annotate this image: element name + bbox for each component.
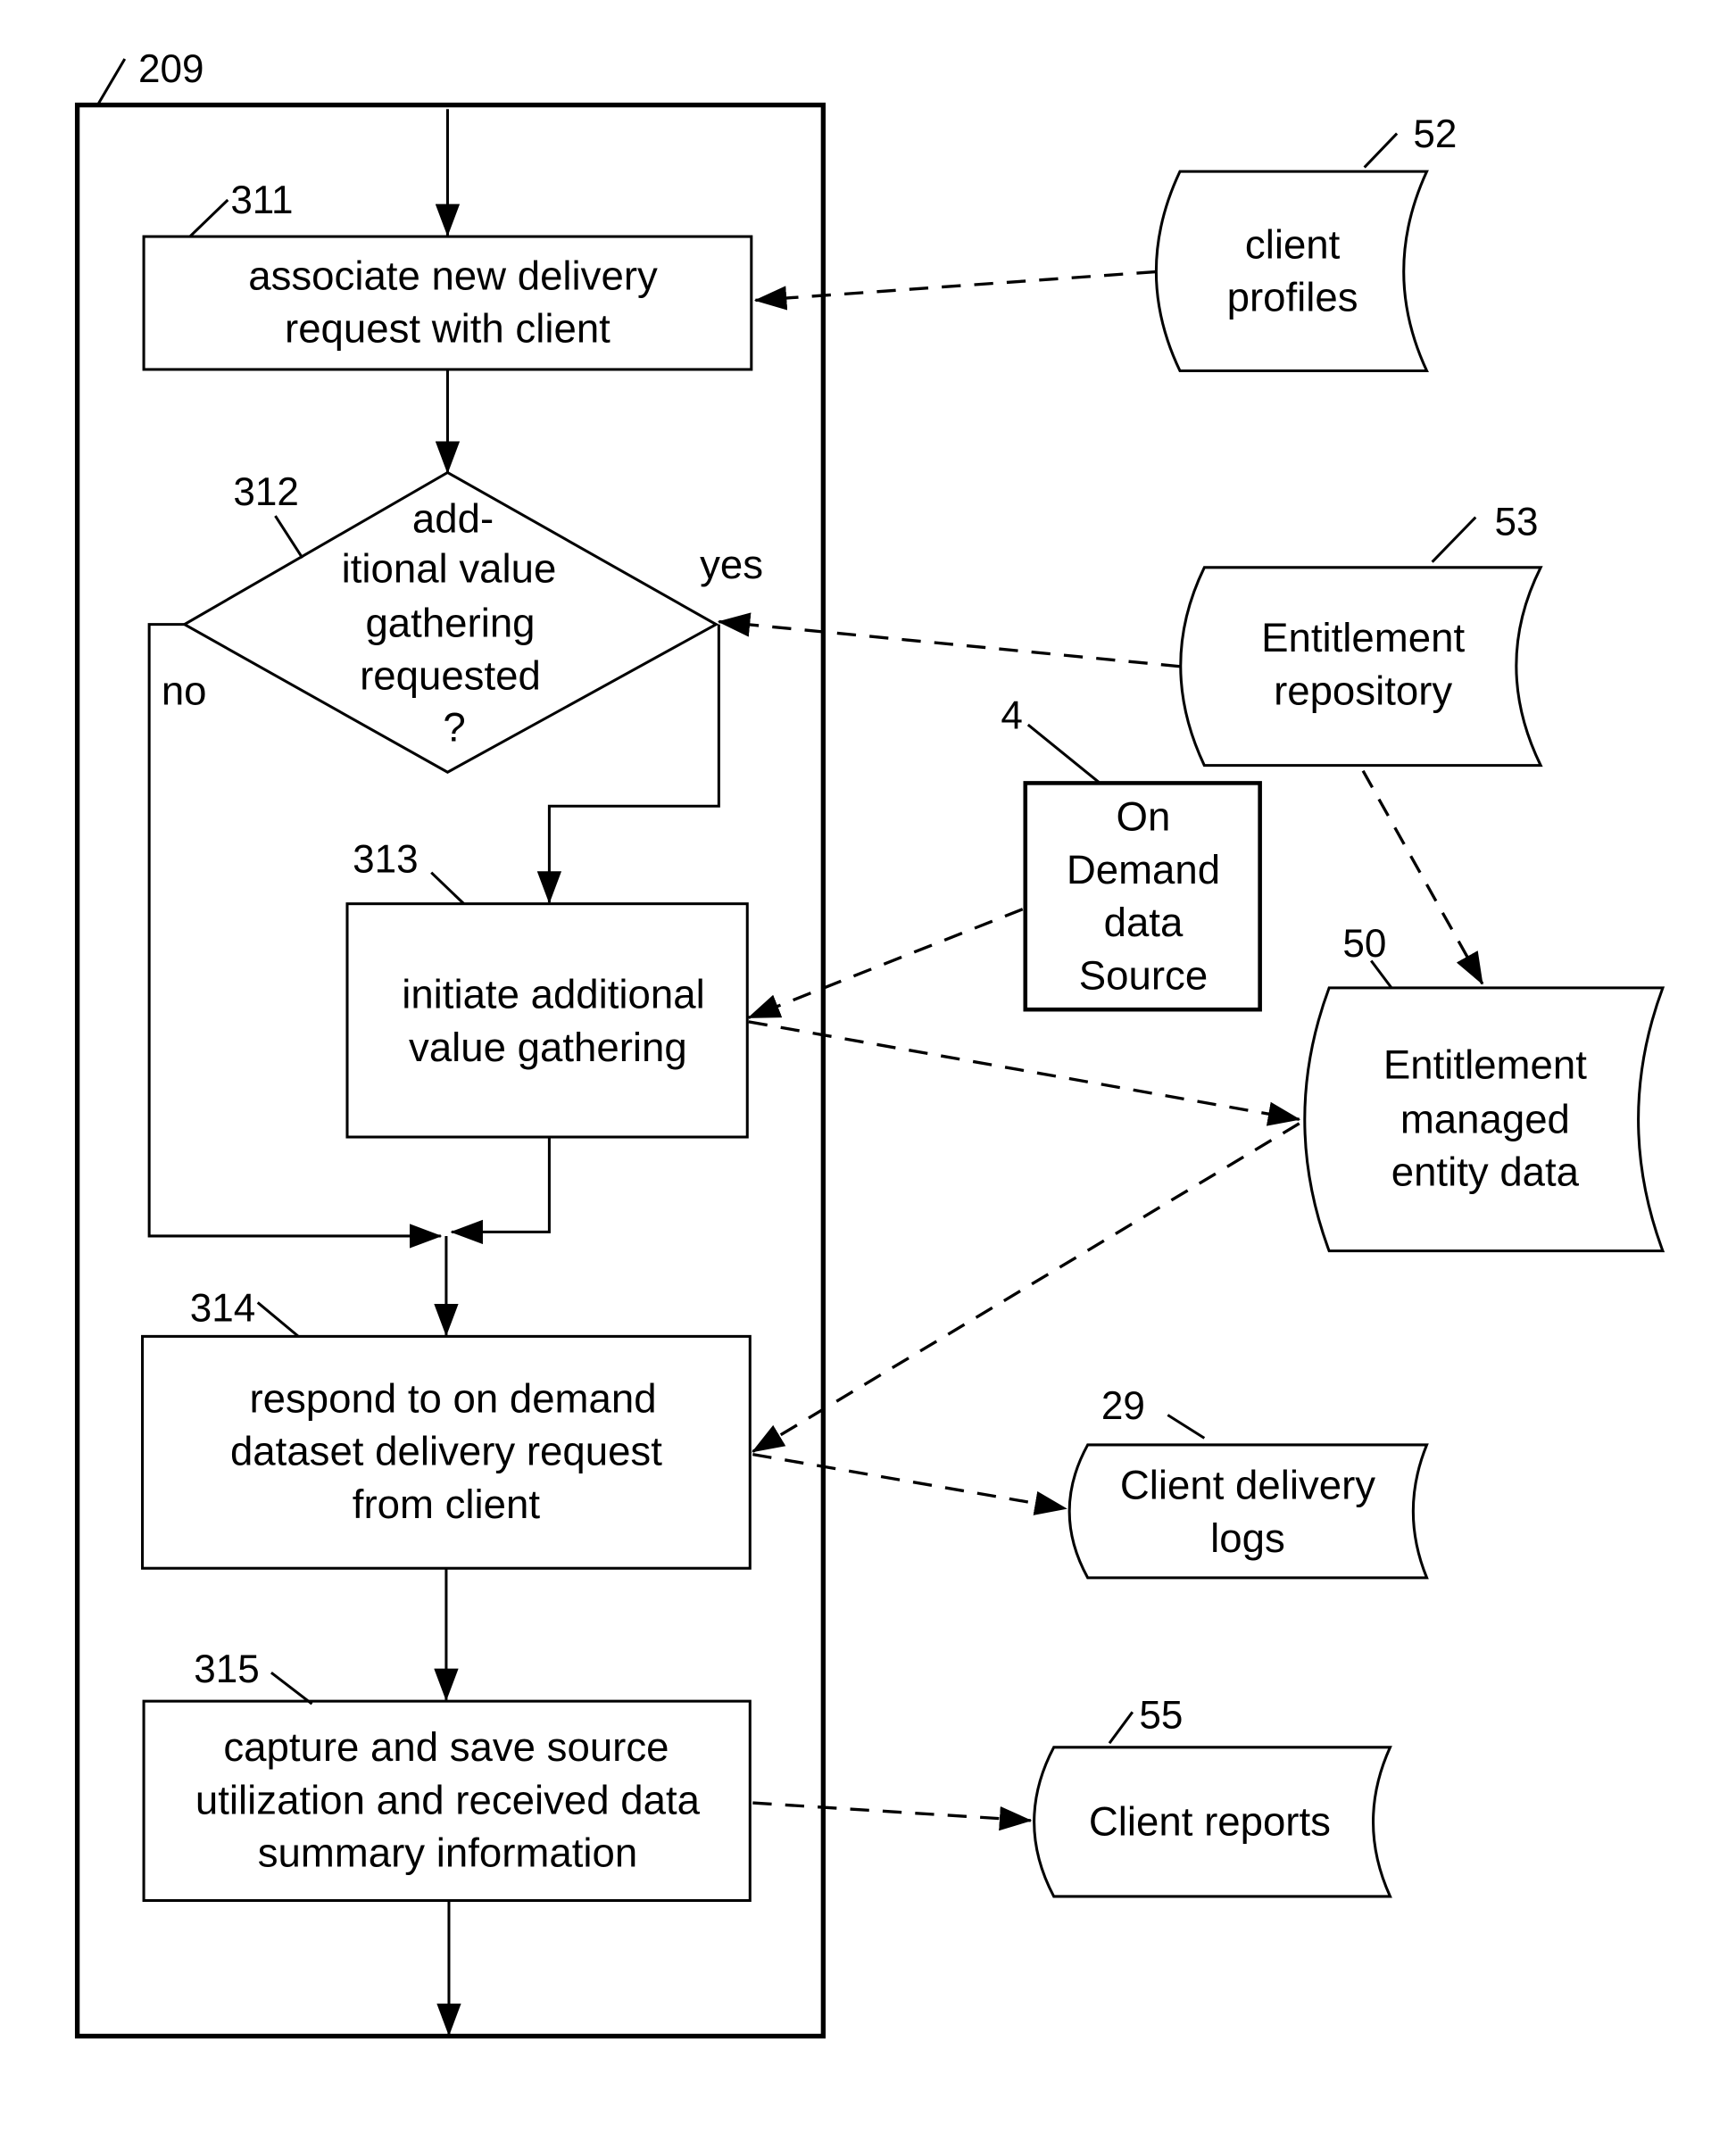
decision-312-ref-leader bbox=[274, 515, 304, 559]
source-4-line-3: data bbox=[1104, 900, 1184, 945]
frame-ref-leader bbox=[96, 58, 127, 106]
store-53-entitlement-repository: 53 Entitlement repository bbox=[1179, 500, 1543, 768]
store-55-line-1: Client reports bbox=[1089, 1799, 1331, 1845]
dataflow-315-to-reports bbox=[752, 1801, 1033, 1831]
store-29-line-2: logs bbox=[1210, 1515, 1285, 1561]
store-50-line-3: entity data bbox=[1391, 1149, 1580, 1195]
store-50-entitlement-managed-entity-data: 50 Entitlement managed entity data bbox=[1303, 922, 1665, 1253]
source-4-line-1: On bbox=[1117, 794, 1171, 840]
dataflow-314-to-logs bbox=[752, 1452, 1067, 1515]
step-314-ref-leader bbox=[256, 1301, 300, 1338]
step-314-ref: 314 bbox=[190, 1287, 256, 1331]
step-315-line-3: summary information bbox=[258, 1830, 638, 1876]
dataflow-profiles-to-311 bbox=[753, 270, 1156, 311]
dataflow-repository-to-312 bbox=[717, 612, 1181, 668]
store-52-line-1: client bbox=[1245, 221, 1341, 267]
frame-ref-label: 209 bbox=[138, 47, 204, 91]
step-315-ref-leader bbox=[270, 1672, 313, 1706]
step-313-ref: 313 bbox=[353, 838, 419, 882]
step-315-ref: 315 bbox=[194, 1647, 260, 1691]
source-4-ref-leader bbox=[1026, 723, 1101, 784]
decision-312-line-5: ? bbox=[443, 704, 465, 750]
flow-313-merge-arrow bbox=[450, 1137, 551, 1245]
source-4-ref: 4 bbox=[1001, 694, 1023, 738]
store-52-ref: 52 bbox=[1413, 112, 1457, 156]
step-311-ref-leader bbox=[188, 198, 229, 238]
store-52-line-2: profiles bbox=[1227, 275, 1358, 320]
decision-312-diamond: 312 add- itional value gathering request… bbox=[162, 470, 763, 775]
source-4-line-4: Source bbox=[1079, 952, 1208, 998]
store-50-line-1: Entitlement bbox=[1383, 1042, 1587, 1088]
step-311-ref: 311 bbox=[230, 178, 293, 222]
store-52-client-profiles: 52 client profiles bbox=[1154, 112, 1457, 372]
step-313-box: 313 initiate additional value gathering bbox=[345, 838, 749, 1139]
store-53-ref: 53 bbox=[1495, 500, 1539, 544]
step-314-line-1: respond to on demand bbox=[249, 1375, 656, 1421]
store-50-ref: 50 bbox=[1342, 922, 1386, 966]
step-311-line-2: request with client bbox=[285, 306, 611, 352]
store-53-line-2: repository bbox=[1274, 668, 1452, 713]
dataflow-50-to-314 bbox=[752, 1122, 1300, 1453]
step-313-line-1: initiate additional bbox=[402, 972, 705, 1017]
step-313-ref-leader bbox=[430, 871, 465, 905]
dataflow-313-to-50 bbox=[748, 1020, 1301, 1126]
step-314-line-3: from client bbox=[353, 1481, 541, 1527]
decision-312-line-1: add- bbox=[412, 495, 494, 541]
decision-312-line-3: gathering bbox=[365, 600, 535, 645]
store-53-line-1: Entitlement bbox=[1261, 615, 1465, 660]
step-313-line-2: value gathering bbox=[409, 1025, 687, 1070]
store-50-line-2: managed bbox=[1400, 1096, 1570, 1141]
step-315-line-2: utilization and received data bbox=[195, 1777, 701, 1822]
flowchart-diagram: 209 311 associate new delivery request w… bbox=[74, 47, 1665, 2039]
store-29-client-delivery-logs: 29 Client delivery logs bbox=[1067, 1384, 1429, 1580]
step-315-line-1: capture and save source bbox=[223, 1724, 669, 1770]
decision-312-line-2: itional value bbox=[342, 546, 557, 592]
step-314-line-2: dataset delivery request bbox=[230, 1429, 662, 1474]
step-311-line-1: associate new delivery bbox=[248, 253, 658, 298]
dataflow-source-to-313 bbox=[747, 908, 1024, 1019]
decision-312-line-4: requested bbox=[360, 653, 541, 699]
store-52-ref-leader bbox=[1363, 132, 1399, 169]
decision-312-ref: 312 bbox=[233, 470, 299, 514]
source-4-line-2: Demand bbox=[1067, 847, 1220, 892]
decision-no-label: no bbox=[162, 668, 207, 713]
store-53-ref-leader bbox=[1431, 516, 1477, 563]
store-55-ref-leader bbox=[1108, 1711, 1134, 1745]
store-29-ref: 29 bbox=[1101, 1384, 1145, 1428]
store-29-line-1: Client delivery bbox=[1120, 1463, 1375, 1508]
decision-yes-label: yes bbox=[700, 542, 763, 587]
store-55-ref: 55 bbox=[1139, 1694, 1183, 1738]
store-29-ref-leader bbox=[1167, 1414, 1206, 1440]
store-55-client-reports: 55 Client reports bbox=[1033, 1694, 1392, 1898]
